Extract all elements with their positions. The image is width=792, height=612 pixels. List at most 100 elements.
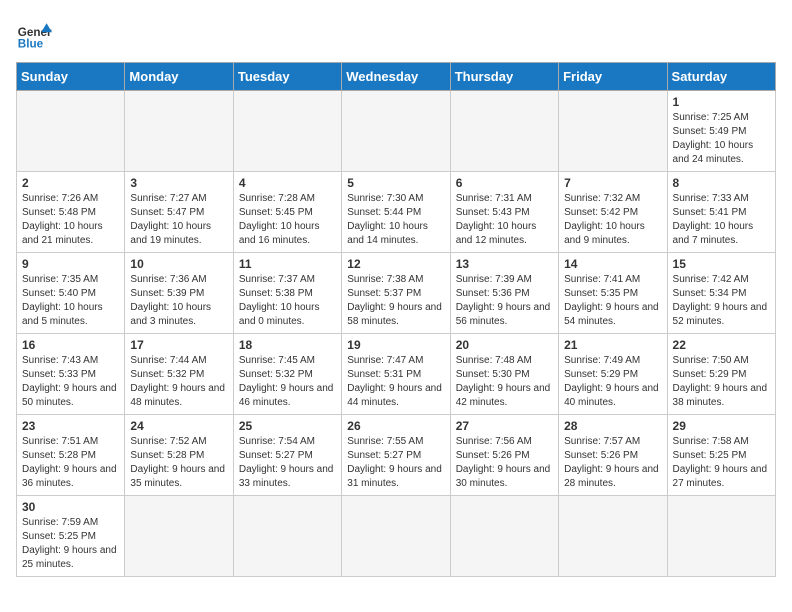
day-number: 3 (130, 176, 227, 190)
calendar-cell (559, 91, 667, 172)
weekday-header-saturday: Saturday (667, 63, 775, 91)
logo-icon: General Blue (16, 16, 52, 52)
calendar-cell: 4 Sunrise: 7:28 AM Sunset: 5:45 PM Daylig… (233, 172, 341, 253)
calendar-cell (559, 496, 667, 577)
day-number: 28 (564, 419, 661, 433)
day-info: Sunrise: 7:49 AM Sunset: 5:29 PM Dayligh… (564, 354, 661, 410)
day-info: Sunrise: 7:55 AM Sunset: 5:27 PM Dayligh… (347, 435, 444, 491)
day-number: 27 (456, 419, 553, 433)
calendar-cell: 6Sunrise: 7:31 AM Sunset: 5:43 PM Daylig… (450, 172, 558, 253)
calendar-cell: 15Sunrise: 7:42 AM Sunset: 5:34 PM Dayli… (667, 253, 775, 334)
day-number: 5 (347, 176, 444, 190)
calendar-cell: 29Sunrise: 7:58 AM Sunset: 5:25 PM Dayli… (667, 415, 775, 496)
calendar-cell: 19 Sunrise: 7:47 AM Sunset: 5:31 PM Dayli… (342, 334, 450, 415)
day-number: 12 (347, 257, 444, 271)
calendar-cell: 3 Sunrise: 7:27 AM Sunset: 5:47 PM Daylig… (125, 172, 233, 253)
day-info: Sunrise: 7:54 AM Sunset: 5:27 PM Dayligh… (239, 435, 336, 491)
day-info: Sunrise: 7:38 AM Sunset: 5:37 PM Dayligh… (347, 273, 444, 329)
day-number: 2 (22, 176, 119, 190)
calendar-cell: 2 Sunrise: 7:26 AM Sunset: 5:48 PM Daylig… (17, 172, 125, 253)
day-number: 9 (22, 257, 119, 271)
day-info: Sunrise: 7:56 AM Sunset: 5:26 PM Dayligh… (456, 435, 553, 491)
day-number: 26 (347, 419, 444, 433)
day-info: Sunrise: 7:50 AM Sunset: 5:29 PM Dayligh… (673, 354, 770, 410)
day-info: Sunrise: 7:36 AM Sunset: 5:39 PM Dayligh… (130, 273, 227, 329)
calendar-cell (667, 496, 775, 577)
calendar-cell: 10 Sunrise: 7:36 AM Sunset: 5:39 PM Dayli… (125, 253, 233, 334)
calendar-cell: 14 Sunrise: 7:41 AM Sunset: 5:35 PM Dayli… (559, 253, 667, 334)
day-number: 19 (347, 338, 444, 352)
day-info: Sunrise: 7:44 AM Sunset: 5:32 PM Dayligh… (130, 354, 227, 410)
logo: General Blue (16, 16, 52, 52)
day-number: 21 (564, 338, 661, 352)
day-number: 24 (130, 419, 227, 433)
day-info: Sunrise: 7:30 AM Sunset: 5:44 PM Dayligh… (347, 192, 444, 248)
calendar-cell (233, 91, 341, 172)
calendar-cell (125, 496, 233, 577)
day-info: Sunrise: 7:42 AM Sunset: 5:34 PM Dayligh… (673, 273, 770, 329)
day-number: 20 (456, 338, 553, 352)
calendar-cell (450, 91, 558, 172)
day-info: Sunrise: 7:47 AM Sunset: 5:31 PM Dayligh… (347, 354, 444, 410)
calendar-cell: 7Sunrise: 7:32 AM Sunset: 5:42 PM Daylig… (559, 172, 667, 253)
day-number: 22 (673, 338, 770, 352)
calendar-cell (125, 91, 233, 172)
day-number: 30 (22, 500, 119, 514)
calendar-cell: 11Sunrise: 7:37 AM Sunset: 5:38 PM Dayli… (233, 253, 341, 334)
day-info: Sunrise: 7:48 AM Sunset: 5:30 PM Dayligh… (456, 354, 553, 410)
day-info: Sunrise: 7:41 AM Sunset: 5:35 PM Dayligh… (564, 273, 661, 329)
calendar-cell (17, 91, 125, 172)
day-info: Sunrise: 7:32 AM Sunset: 5:42 PM Dayligh… (564, 192, 661, 248)
weekday-header-tuesday: Tuesday (233, 63, 341, 91)
day-info: Sunrise: 7:33 AM Sunset: 5:41 PM Dayligh… (673, 192, 770, 248)
calendar-cell (450, 496, 558, 577)
day-number: 23 (22, 419, 119, 433)
day-info: Sunrise: 7:26 AM Sunset: 5:48 PM Dayligh… (22, 192, 119, 248)
calendar-cell: 24Sunrise: 7:52 AM Sunset: 5:28 PM Dayli… (125, 415, 233, 496)
day-number: 1 (673, 95, 770, 109)
day-info: Sunrise: 7:51 AM Sunset: 5:28 PM Dayligh… (22, 435, 119, 491)
weekday-header-sunday: Sunday (17, 63, 125, 91)
calendar-table: SundayMondayTuesdayWednesdayThursdayFrid… (16, 62, 776, 577)
page-header: General Blue (16, 16, 776, 52)
day-info: Sunrise: 7:35 AM Sunset: 5:40 PM Dayligh… (22, 273, 119, 329)
calendar-cell: 28 Sunrise: 7:57 AM Sunset: 5:26 PM Dayli… (559, 415, 667, 496)
day-info: Sunrise: 7:45 AM Sunset: 5:32 PM Dayligh… (239, 354, 336, 410)
day-number: 16 (22, 338, 119, 352)
calendar-cell: 18 Sunrise: 7:45 AM Sunset: 5:32 PM Dayli… (233, 334, 341, 415)
day-info: Sunrise: 7:37 AM Sunset: 5:38 PM Dayligh… (239, 273, 336, 329)
day-number: 6 (456, 176, 553, 190)
weekday-header-monday: Monday (125, 63, 233, 91)
calendar-cell (342, 496, 450, 577)
day-info: Sunrise: 7:39 AM Sunset: 5:36 PM Dayligh… (456, 273, 553, 329)
calendar-cell: 9 Sunrise: 7:35 AM Sunset: 5:40 PM Daylig… (17, 253, 125, 334)
day-number: 4 (239, 176, 336, 190)
calendar-cell: 26 Sunrise: 7:55 AM Sunset: 5:27 PM Dayli… (342, 415, 450, 496)
day-number: 10 (130, 257, 227, 271)
day-info: Sunrise: 7:27 AM Sunset: 5:47 PM Dayligh… (130, 192, 227, 248)
day-info: Sunrise: 7:59 AM Sunset: 5:25 PM Dayligh… (22, 516, 119, 572)
calendar-cell: 23 Sunrise: 7:51 AM Sunset: 5:28 PM Dayli… (17, 415, 125, 496)
day-number: 29 (673, 419, 770, 433)
calendar-cell: 25 Sunrise: 7:54 AM Sunset: 5:27 PM Dayli… (233, 415, 341, 496)
day-number: 8 (673, 176, 770, 190)
day-info: Sunrise: 7:43 AM Sunset: 5:33 PM Dayligh… (22, 354, 119, 410)
svg-text:Blue: Blue (18, 38, 44, 51)
calendar-cell (342, 91, 450, 172)
calendar-cell: 8 Sunrise: 7:33 AM Sunset: 5:41 PM Daylig… (667, 172, 775, 253)
calendar-cell: 16 Sunrise: 7:43 AM Sunset: 5:33 PM Dayli… (17, 334, 125, 415)
calendar-cell: 17 Sunrise: 7:44 AM Sunset: 5:32 PM Dayli… (125, 334, 233, 415)
calendar-cell: 13 Sunrise: 7:39 AM Sunset: 5:36 PM Dayli… (450, 253, 558, 334)
day-info: Sunrise: 7:25 AM Sunset: 5:49 PM Dayligh… (673, 111, 770, 167)
day-number: 13 (456, 257, 553, 271)
calendar-cell: 1 Sunrise: 7:25 AM Sunset: 5:49 PM Daylig… (667, 91, 775, 172)
calendar-cell: 12 Sunrise: 7:38 AM Sunset: 5:37 PM Dayli… (342, 253, 450, 334)
day-info: Sunrise: 7:28 AM Sunset: 5:45 PM Dayligh… (239, 192, 336, 248)
calendar-cell: 22 Sunrise: 7:50 AM Sunset: 5:29 PM Dayli… (667, 334, 775, 415)
calendar-cell: 5 Sunrise: 7:30 AM Sunset: 5:44 PM Daylig… (342, 172, 450, 253)
day-number: 18 (239, 338, 336, 352)
day-number: 14 (564, 257, 661, 271)
day-number: 17 (130, 338, 227, 352)
day-info: Sunrise: 7:57 AM Sunset: 5:26 PM Dayligh… (564, 435, 661, 491)
day-number: 25 (239, 419, 336, 433)
